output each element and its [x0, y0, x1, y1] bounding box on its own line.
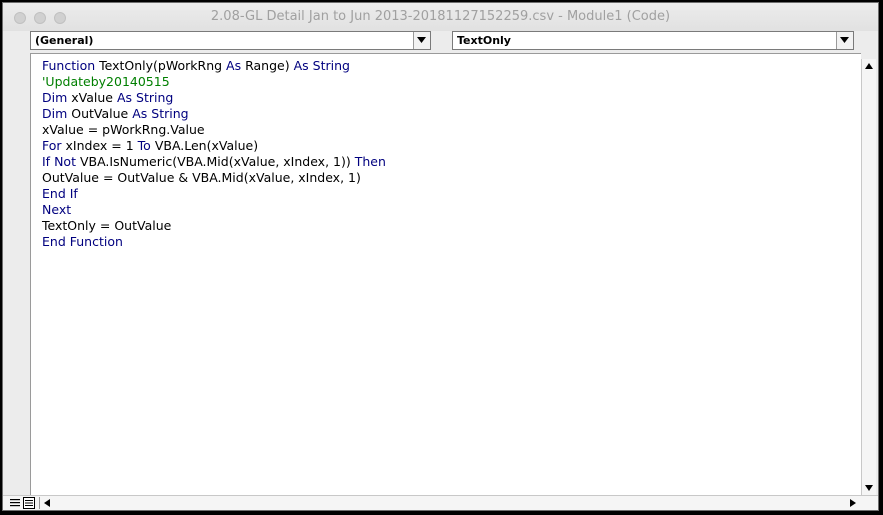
- code-line[interactable]: TextOnly = OutValue: [42, 218, 386, 234]
- chevron-down-icon: [417, 37, 426, 43]
- code-keyword: To: [137, 138, 151, 153]
- code-keyword: Function: [42, 58, 96, 73]
- code-keyword: End If: [42, 186, 78, 201]
- code-keyword: As: [132, 106, 148, 121]
- arrow-up-icon[interactable]: [865, 63, 873, 69]
- procedure-dropdown-button[interactable]: [836, 32, 853, 49]
- code-keyword: String: [312, 58, 350, 73]
- code-line[interactable]: End Function: [42, 234, 386, 250]
- code-comment: 'Updateby20140515: [42, 74, 170, 89]
- code-token: OutValue: [67, 106, 133, 121]
- procedure-view-icon[interactable]: [9, 497, 21, 509]
- code-line[interactable]: If Not VBA.IsNumeric(VBA.Mid(xValue, xIn…: [42, 154, 386, 170]
- object-dropdown-value: (General): [35, 34, 94, 47]
- code-text[interactable]: Function TextOnly(pWorkRng As Range) As …: [42, 58, 386, 250]
- code-keyword: String: [136, 90, 174, 105]
- code-keyword: Not: [54, 154, 76, 169]
- code-line[interactable]: Function TextOnly(pWorkRng As Range) As …: [42, 58, 386, 74]
- code-keyword: As: [226, 58, 242, 73]
- code-token: xValue = pWorkRng.Value: [42, 122, 205, 137]
- code-line[interactable]: For xIndex = 1 To VBA.Len(xValue): [42, 138, 386, 154]
- code-line[interactable]: Dim OutValue As String: [42, 106, 386, 122]
- code-line[interactable]: End If: [42, 186, 386, 202]
- code-token: OutValue = OutValue & VBA.Mid(xValue, xI…: [42, 170, 361, 185]
- window-title: 2.08-GL Detail Jan to Jun 2013-201811271…: [210, 9, 671, 24]
- code-keyword: If: [42, 154, 51, 169]
- code-line[interactable]: OutValue = OutValue & VBA.Mid(xValue, xI…: [42, 170, 386, 186]
- code-keyword: As: [293, 58, 309, 73]
- code-editor[interactable]: Function TextOnly(pWorkRng As Range) As …: [30, 53, 861, 495]
- code-keyword: Dim: [42, 90, 68, 105]
- code-token: TextOnly = OutValue: [42, 218, 172, 233]
- code-keyword: Then: [354, 154, 386, 169]
- code-token: Range): [241, 58, 294, 73]
- code-keyword: Dim: [42, 106, 68, 121]
- code-keyword: Next: [42, 202, 72, 217]
- procedure-dropdown[interactable]: TextOnly: [452, 31, 854, 50]
- code-keyword: String: [151, 106, 189, 121]
- full-module-view-icon[interactable]: [23, 497, 35, 509]
- code-line[interactable]: Dim xValue As String: [42, 90, 386, 106]
- horizontal-scrollbar[interactable]: [3, 495, 878, 510]
- code-keyword: As: [116, 90, 133, 105]
- object-dropdown-button[interactable]: [413, 32, 430, 49]
- arrow-left-icon[interactable]: [44, 499, 50, 507]
- arrow-right-icon[interactable]: [850, 499, 856, 507]
- code-line[interactable]: xValue = pWorkRng.Value: [42, 122, 386, 138]
- divider: [39, 497, 40, 509]
- code-token: xIndex = 1: [61, 138, 138, 153]
- object-dropdown[interactable]: (General): [30, 31, 431, 50]
- code-token: xValue: [67, 90, 117, 105]
- code-keyword: For: [42, 138, 62, 153]
- code-token: TextOnly(pWorkRng: [95, 58, 227, 73]
- chevron-down-icon: [840, 37, 849, 43]
- procedure-dropdown-value: TextOnly: [457, 34, 511, 47]
- code-line[interactable]: Next: [42, 202, 386, 218]
- arrow-down-icon[interactable]: [865, 485, 873, 491]
- code-window: 2.08-GL Detail Jan to Jun 2013-201811271…: [2, 2, 879, 511]
- code-token: VBA.Len(xValue): [150, 138, 259, 153]
- title-bar[interactable]: 2.08-GL Detail Jan to Jun 2013-201811271…: [3, 3, 878, 31]
- code-line[interactable]: 'Updateby20140515: [42, 74, 386, 90]
- code-keyword: End Function: [42, 234, 123, 249]
- code-token: VBA.IsNumeric(VBA.Mid(xValue, xIndex, 1)…: [75, 154, 355, 169]
- vertical-scrollbar[interactable]: [861, 59, 876, 495]
